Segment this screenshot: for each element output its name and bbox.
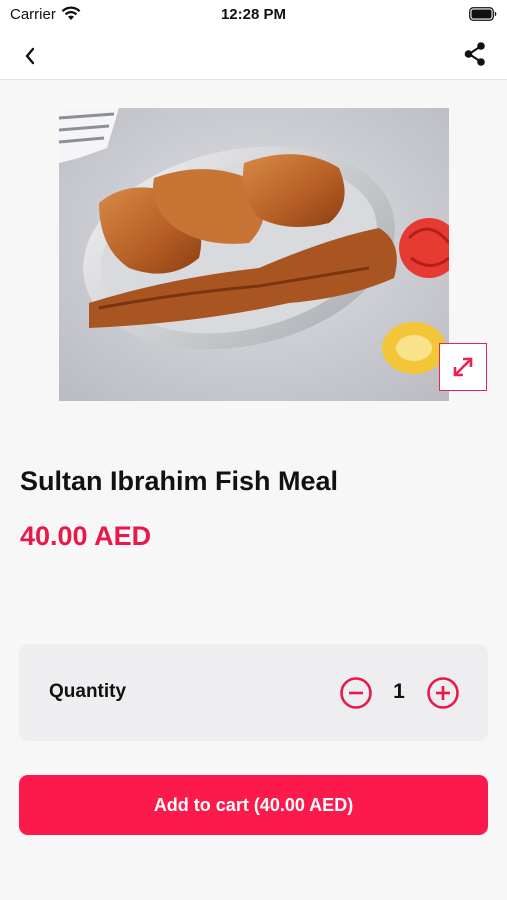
clock: 12:28 PM bbox=[220, 6, 287, 23]
expand-icon bbox=[453, 357, 473, 377]
decrease-quantity-button[interactable] bbox=[339, 676, 373, 710]
add-to-cart-button[interactable]: Add to cart (40.00 AED) bbox=[19, 775, 488, 835]
quantity-label: Quantity bbox=[49, 681, 127, 702]
back-button[interactable] bbox=[14, 40, 46, 72]
quantity-value: 1 bbox=[393, 680, 405, 703]
product-price: 40.00 AED bbox=[20, 521, 152, 551]
share-button[interactable] bbox=[459, 38, 491, 70]
product-title: Sultan Ibrahim Fish Meal bbox=[20, 466, 339, 496]
quantity-panel: Quantity 1 bbox=[19, 644, 488, 741]
plus-circle-icon bbox=[427, 677, 459, 709]
product-image[interactable] bbox=[59, 108, 449, 401]
back-chevron-icon bbox=[25, 47, 35, 65]
increase-quantity-button[interactable] bbox=[426, 676, 460, 710]
battery-icon bbox=[469, 7, 497, 25]
minus-circle-icon bbox=[340, 677, 372, 709]
expand-image-button[interactable] bbox=[439, 343, 487, 391]
status-bar: Carrier 12:28 PM bbox=[0, 0, 507, 30]
share-icon bbox=[464, 42, 485, 66]
product-detail-screen: Carrier 12:28 PM Sultan Ibrahim Fish Mea… bbox=[0, 0, 507, 900]
navigation-bar bbox=[0, 30, 507, 80]
